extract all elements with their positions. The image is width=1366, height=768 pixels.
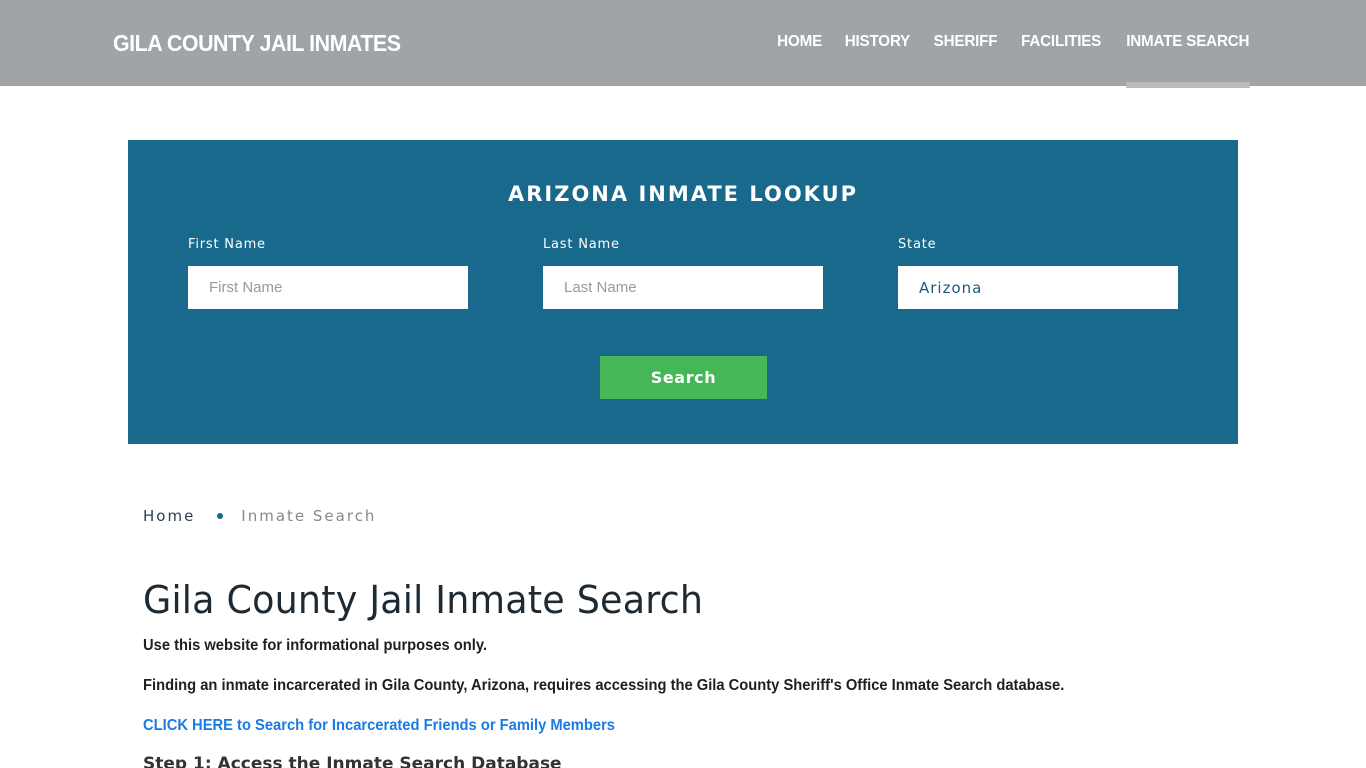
nav-inmate-search[interactable]: INMATE SEARCH xyxy=(1126,33,1250,88)
lookup-title: ARIZONA INMATE LOOKUP xyxy=(507,182,859,206)
last-name-label: Last Name xyxy=(543,237,620,252)
nav-history[interactable]: HISTORY xyxy=(845,33,911,51)
state-group: State xyxy=(898,237,1178,309)
step-1-heading: Step 1: Access the Inmate Search Databas… xyxy=(143,754,562,768)
disclaimer-text: Use this website for informational purpo… xyxy=(143,637,488,654)
first-name-input[interactable] xyxy=(188,266,468,309)
nav-sheriff[interactable]: SHERIFF xyxy=(934,33,998,51)
inmate-lookup-panel: ARIZONA INMATE LOOKUP First Name Last Na… xyxy=(128,140,1238,444)
state-input[interactable] xyxy=(898,266,1178,309)
nav-home[interactable]: HOME xyxy=(777,33,822,51)
site-logo[interactable]: GILA COUNTY JAIL INMATES xyxy=(113,30,401,57)
first-name-label: First Name xyxy=(188,237,266,252)
breadcrumb-current: Inmate Search xyxy=(241,507,377,525)
last-name-input[interactable] xyxy=(543,266,823,309)
first-name-group: First Name xyxy=(188,237,468,309)
main-nav: HOME HISTORY SHERIFF FACILITIES INMATE S… xyxy=(776,33,1253,88)
page-title: Gila County Jail Inmate Search xyxy=(143,578,704,622)
search-friends-link[interactable]: CLICK HERE to Search for Incarcerated Fr… xyxy=(143,717,615,735)
breadcrumb-separator xyxy=(217,513,224,519)
last-name-group: Last Name xyxy=(543,237,823,309)
site-header: GILA COUNTY JAIL INMATES HOME HISTORY SH… xyxy=(0,0,1366,88)
breadcrumb: Home Inmate Search xyxy=(143,507,376,525)
search-button[interactable]: Search xyxy=(600,356,767,399)
intro-text: Finding an inmate incarcerated in Gila C… xyxy=(143,677,1065,694)
breadcrumb-home[interactable]: Home xyxy=(143,507,195,525)
state-label: State xyxy=(898,237,937,252)
nav-facilities[interactable]: FACILITIES xyxy=(1021,33,1101,51)
